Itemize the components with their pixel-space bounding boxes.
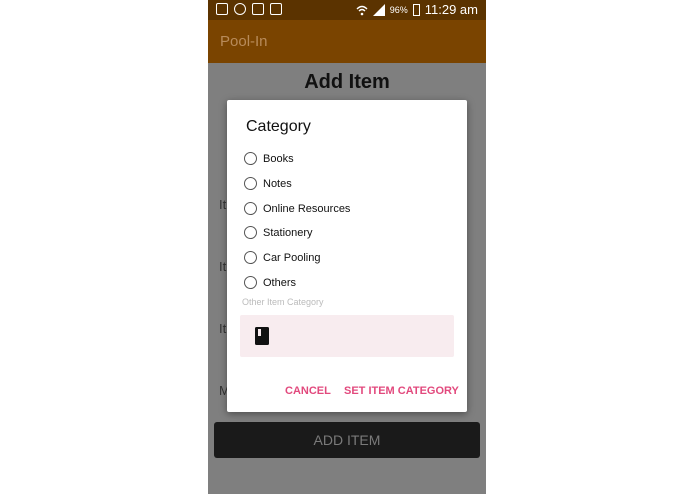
page-title: Add Item <box>304 71 390 93</box>
category-option-others[interactable]: Others <box>244 276 296 289</box>
add-item-page: Add Item It It It M ADD ITEM Category Bo… <box>208 63 486 494</box>
app-bar: Pool-In <box>208 20 486 63</box>
item-field-label-2: It <box>219 259 227 274</box>
option-label: Stationery <box>263 226 313 239</box>
whatsapp-icon <box>234 3 246 15</box>
battery-icon <box>412 3 420 16</box>
category-option-car-pooling[interactable]: Car Pooling <box>244 251 320 264</box>
book-icon <box>255 327 269 345</box>
cancel-button[interactable]: CANCEL <box>285 385 331 397</box>
category-option-stationery[interactable]: Stationery <box>244 226 313 239</box>
option-label: Online Resources <box>263 202 351 215</box>
option-label: Notes <box>263 177 292 190</box>
app-title: Pool-In <box>220 33 268 50</box>
status-bar: 96% 11:29 am <box>208 0 486 20</box>
status-right: 96% 11:29 am <box>356 2 478 17</box>
mail-icon <box>252 3 264 15</box>
signal-icon <box>372 3 385 16</box>
option-label: Books <box>263 152 294 165</box>
other-category-input[interactable] <box>240 315 454 357</box>
radio-button[interactable] <box>244 152 257 165</box>
category-option-online-resources[interactable]: Online Resources <box>244 202 350 215</box>
item-field-label-3: It <box>219 321 227 336</box>
wifi-icon <box>356 5 368 15</box>
category-option-books[interactable]: Books <box>244 152 294 165</box>
option-label: Others <box>263 276 297 289</box>
option-label: Car Pooling <box>263 251 321 264</box>
add-item-button[interactable]: ADD ITEM <box>214 422 480 458</box>
dialog-title: Category <box>246 118 311 135</box>
item-field-label-1: It <box>219 197 227 212</box>
battery-percent: 96% <box>389 4 408 15</box>
clock: 11:29 am <box>424 2 478 17</box>
radio-button[interactable] <box>244 251 257 264</box>
phone-icon <box>216 3 228 15</box>
category-dialog: Category Books Notes Online Resources St… <box>227 100 467 412</box>
radio-button[interactable] <box>244 226 257 239</box>
set-item-category-button[interactable]: SET ITEM CATEGORY <box>344 385 459 397</box>
image-icon <box>270 3 282 15</box>
category-option-notes[interactable]: Notes <box>244 177 292 190</box>
phone-screen: 96% 11:29 am Pool-In Add Item It It It M… <box>208 0 486 494</box>
other-category-label: Other Item Category <box>242 297 324 307</box>
radio-button[interactable] <box>244 276 257 289</box>
radio-button[interactable] <box>244 202 257 215</box>
notification-icons <box>216 3 282 15</box>
radio-button[interactable] <box>244 177 257 190</box>
